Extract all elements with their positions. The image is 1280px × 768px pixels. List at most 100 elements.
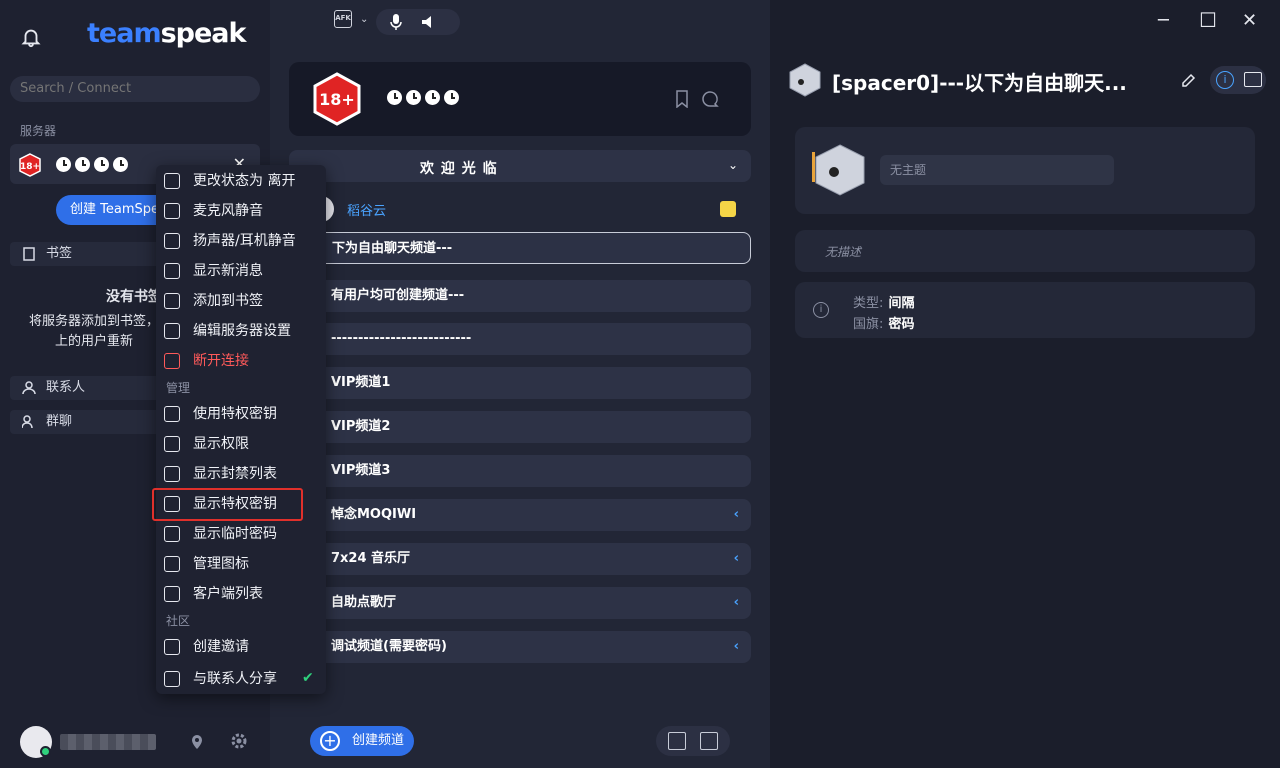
chevron-left-icon[interactable]: ‹ bbox=[734, 499, 739, 531]
search-input[interactable] bbox=[10, 76, 260, 102]
image-icon bbox=[164, 556, 180, 572]
tab-groups[interactable]: 群聊 bbox=[10, 410, 160, 434]
audio-controls bbox=[376, 9, 460, 35]
menu-item-edit[interactable]: 编辑服务器设置 bbox=[156, 317, 326, 345]
channel-name: 悼念MOQIWI bbox=[331, 507, 417, 522]
ban-hammer-icon bbox=[164, 466, 180, 482]
channel-item[interactable]: 悼念MOQIWI ‹ bbox=[289, 499, 751, 531]
svg-text:18+: 18+ bbox=[319, 90, 355, 109]
speaker-icon[interactable] bbox=[420, 13, 438, 31]
channel-item[interactable]: 下为自由聊天频道--- bbox=[289, 232, 751, 264]
menu-item-permissions[interactable]: 显示权限 bbox=[156, 430, 326, 458]
channel-name: 自助点歌厅 bbox=[331, 595, 397, 610]
channel-info-panel bbox=[770, 0, 1280, 768]
online-status-icon bbox=[40, 746, 51, 757]
menu-item-key[interactable]: 使用特权密钥 bbox=[156, 400, 326, 428]
age-18-icon: 18+ bbox=[313, 72, 361, 126]
menu-item-unlock[interactable]: 显示临时密码 bbox=[156, 520, 326, 548]
channel-name: -------------------------- bbox=[331, 331, 472, 346]
bottom-controls bbox=[656, 726, 730, 756]
menu-item-speaker[interactable]: 扬声器/耳机静音 bbox=[156, 227, 326, 255]
close-icon bbox=[164, 353, 180, 369]
description-text: 无描述 bbox=[825, 245, 862, 259]
channel-name: 下为自由聊天频道--- bbox=[332, 241, 453, 256]
microphone-icon bbox=[164, 203, 180, 219]
edit-icon[interactable] bbox=[1181, 72, 1197, 88]
chevron-down-icon[interactable]: ⌄ bbox=[728, 158, 738, 172]
channel-name: 调试频道(需要密码) bbox=[331, 639, 447, 654]
channel-name: VIP频道3 bbox=[331, 463, 391, 478]
unlock-icon bbox=[164, 526, 180, 542]
server-name-clocks bbox=[387, 90, 459, 105]
properties-card: i 类型: 间隔 国旗: 密码 bbox=[795, 282, 1255, 338]
flag-row: 国旗: 密码 bbox=[853, 317, 915, 332]
folder-icon[interactable] bbox=[1244, 72, 1262, 87]
channel-item[interactable]: -------------------------- bbox=[289, 323, 751, 355]
menu-item-image[interactable]: 管理图标 bbox=[156, 550, 326, 578]
servers-label: 服务器 bbox=[20, 124, 57, 138]
age-18-icon: 18+ bbox=[19, 153, 41, 177]
menu-item-close[interactable]: 断开连接 bbox=[156, 347, 326, 375]
user-icon bbox=[22, 381, 36, 395]
bookmark-icon[interactable] bbox=[675, 90, 689, 108]
server-name-clocks bbox=[56, 157, 128, 172]
microphone-icon[interactable] bbox=[390, 13, 402, 31]
users-icon bbox=[164, 586, 180, 602]
cube-lock-icon bbox=[812, 144, 865, 196]
channel-item[interactable]: 自助点歌厅 ‹ bbox=[289, 587, 751, 619]
checkmark-icon: ✔ bbox=[302, 670, 314, 686]
channel-item[interactable]: 有用户均可创建频道--- bbox=[289, 280, 751, 312]
chevron-left-icon[interactable]: ‹ bbox=[734, 631, 739, 663]
tab-contacts[interactable]: 联系人 bbox=[10, 376, 160, 400]
blurred-username bbox=[60, 734, 156, 750]
channel-item[interactable]: VIP频道2 bbox=[289, 411, 751, 443]
bell-icon[interactable] bbox=[20, 26, 42, 48]
menu-item-share[interactable]: 创建邀请 bbox=[156, 633, 326, 661]
channel-name: 有用户均可创建频道--- bbox=[331, 288, 465, 303]
menu-item-microphone[interactable]: 麦克风静音 bbox=[156, 197, 326, 225]
tab-bookmarks[interactable]: 书签 bbox=[10, 242, 160, 266]
group-icon bbox=[22, 415, 33, 429]
user-row[interactable]: 稻谷云 bbox=[300, 196, 750, 222]
menu-item-location-pin[interactable]: 与联系人分享 bbox=[156, 665, 326, 693]
welcome-text: 欢 迎 光 临 bbox=[420, 161, 498, 177]
app-logo: teamspeak bbox=[87, 18, 246, 49]
welcome-channel[interactable] bbox=[289, 150, 751, 182]
info-icon[interactable]: i bbox=[1216, 71, 1234, 89]
channel-item[interactable]: VIP频道1 bbox=[289, 367, 751, 399]
menu-item-users[interactable]: 客户端列表 bbox=[156, 580, 326, 608]
chevron-left-icon[interactable]: ‹ bbox=[734, 587, 739, 619]
empty-bookmarks-title: 没有书签 bbox=[106, 289, 162, 305]
topic-field[interactable]: 无主题 bbox=[880, 155, 1114, 185]
menu-item-afk[interactable]: 更改状态为 离开 bbox=[156, 167, 326, 195]
location-pin-icon[interactable] bbox=[190, 734, 204, 750]
close-window-icon[interactable]: ✕ bbox=[1242, 10, 1257, 31]
record-icon[interactable] bbox=[700, 732, 718, 750]
channel-item[interactable]: 调试频道(需要密码) ‹ bbox=[289, 631, 751, 663]
user-bar bbox=[20, 726, 260, 758]
speaker-icon bbox=[164, 233, 180, 249]
afk-icon[interactable]: AFK bbox=[334, 10, 352, 28]
minimize-icon[interactable]: ─ bbox=[1158, 10, 1169, 31]
channel-item[interactable]: VIP频道3 bbox=[289, 455, 751, 487]
share-icon bbox=[164, 639, 180, 655]
permissions-icon bbox=[164, 436, 180, 452]
server-context-menu: 更改状态为 离开 麦克风静音 扬声器/耳机静音 显示新消息 添加到书签 编辑服务器设置 断开… bbox=[156, 165, 326, 694]
maximize-icon[interactable]: ☐ bbox=[1199, 8, 1217, 32]
chevron-down-icon[interactable]: ⌄ bbox=[360, 14, 368, 28]
create-channel-button[interactable]: + 创建频道 bbox=[310, 726, 414, 756]
plus-icon: + bbox=[320, 731, 340, 751]
channel-item[interactable]: 7x24 音乐厅 ‹ bbox=[289, 543, 751, 575]
book-icon bbox=[23, 247, 35, 261]
chat-icon[interactable] bbox=[701, 90, 719, 108]
chevron-left-icon[interactable]: ‹ bbox=[734, 543, 739, 575]
gear-icon[interactable] bbox=[230, 732, 248, 750]
type-row: 类型: 间隔 bbox=[853, 296, 915, 311]
info-icon: i bbox=[813, 302, 829, 318]
menu-item-bookmark[interactable]: 添加到书签 bbox=[156, 287, 326, 315]
level-meter-icon[interactable] bbox=[668, 732, 686, 750]
location-pin-icon bbox=[164, 671, 180, 687]
menu-item-info[interactable]: 显示新消息 bbox=[156, 257, 326, 285]
menu-item-ban-hammer[interactable]: 显示封禁列表 bbox=[156, 460, 326, 488]
menu-group-label: 社区 bbox=[166, 614, 191, 628]
